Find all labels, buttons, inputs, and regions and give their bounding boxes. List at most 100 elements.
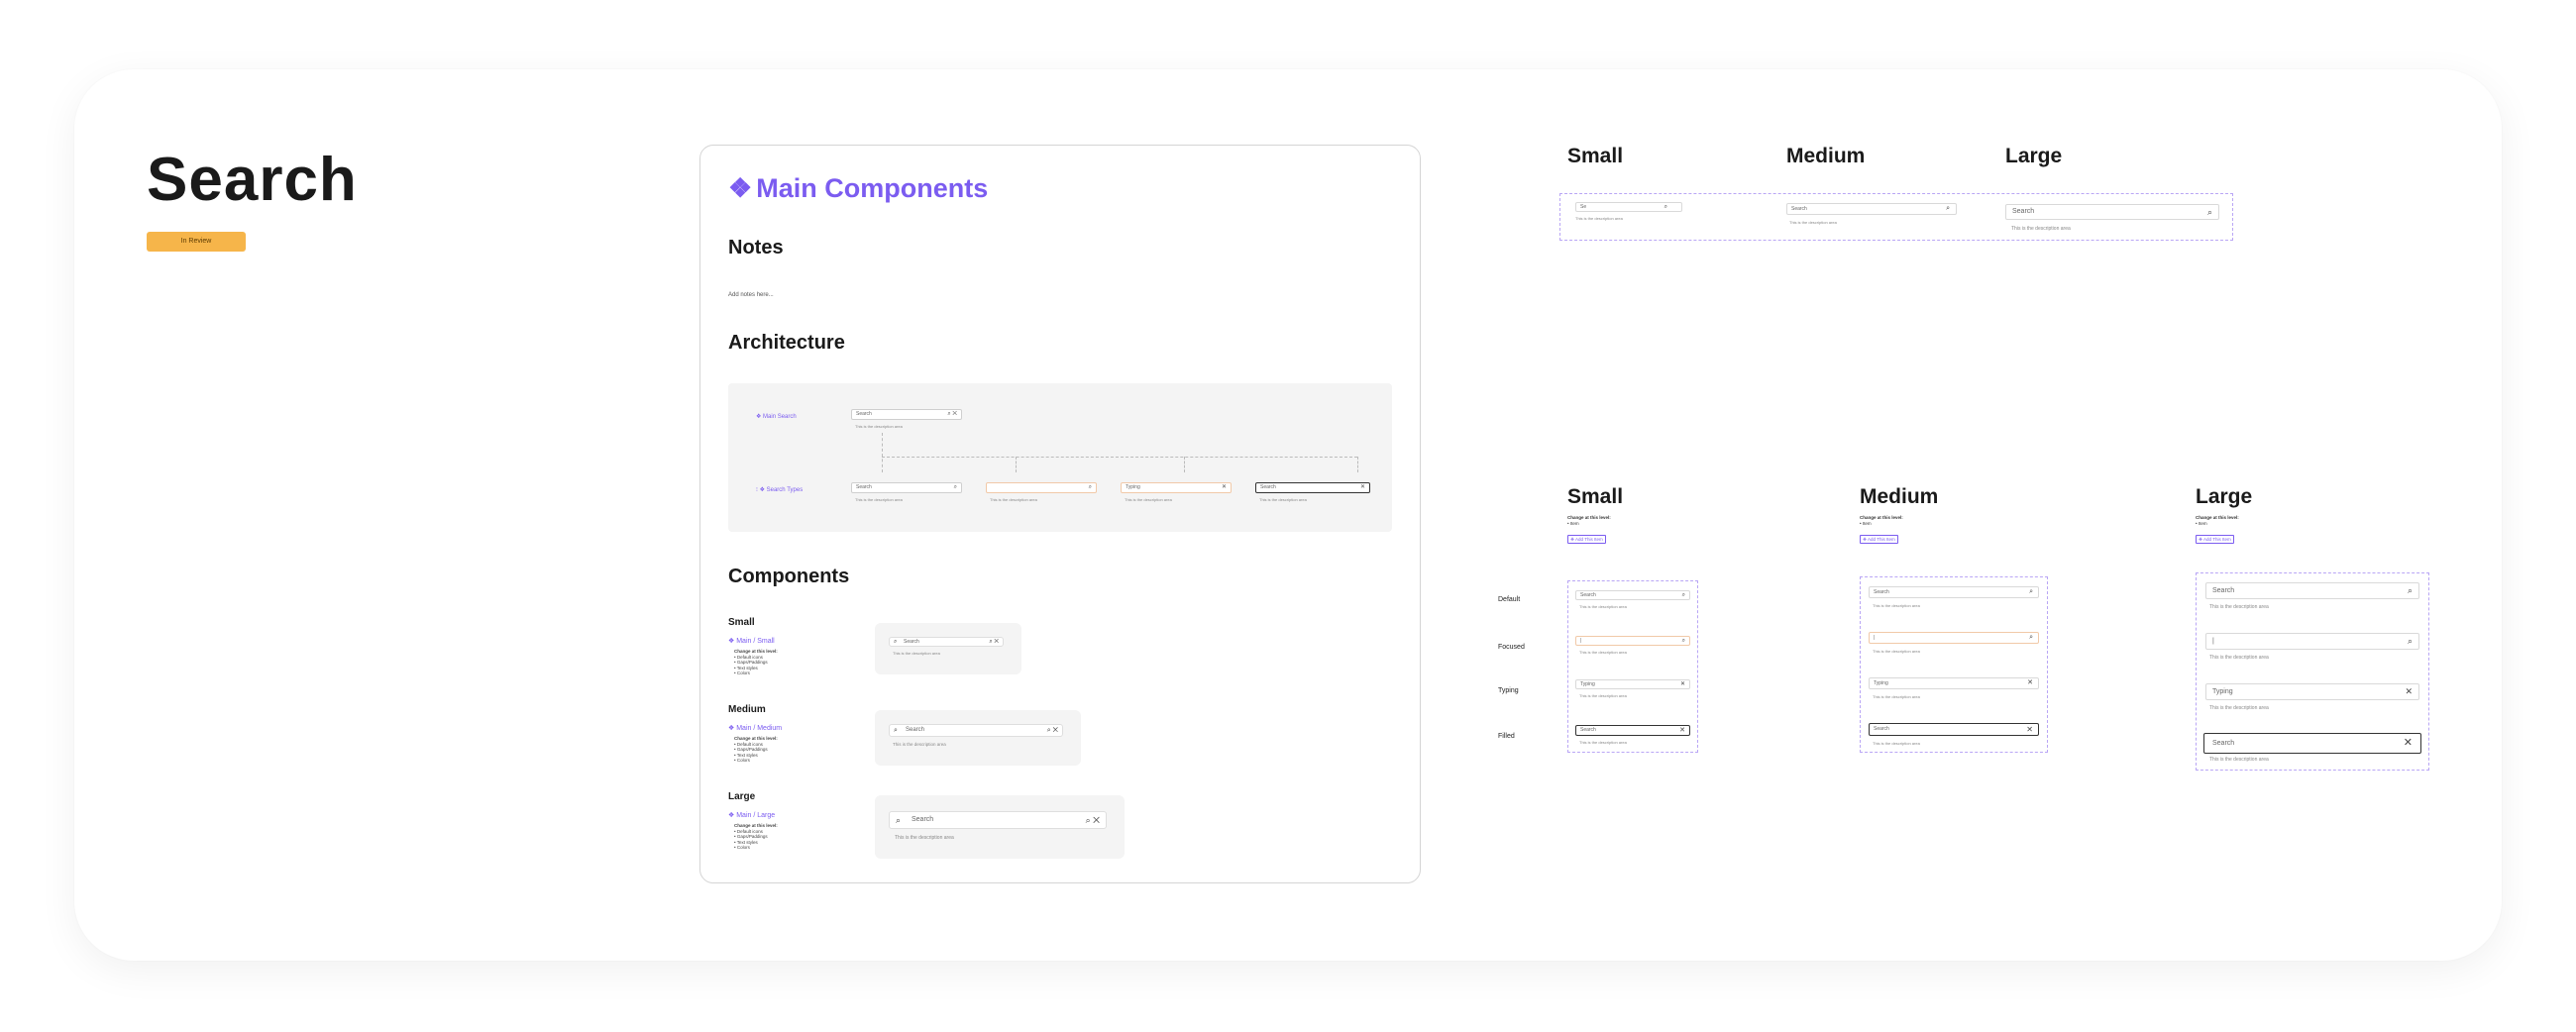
search-icon: ⌕	[896, 815, 902, 825]
component-demo-large: ⌕ Search ⌕ ✕ This is the description are…	[875, 795, 1125, 859]
arch-main-search: Search ⌕ ✕	[851, 409, 962, 420]
close-icon: ✕	[1221, 484, 1227, 490]
state-label-focused: Focused	[1498, 644, 1525, 651]
arch-type-typing-text: Typing	[1126, 484, 1140, 490]
search-input-default[interactable]: Search ⌕	[1869, 586, 2039, 598]
notes-text[interactable]: Add notes here...	[728, 292, 774, 298]
search-input-filled[interactable]: Search ✕	[2203, 733, 2421, 754]
variant-heading-small: Small	[1567, 485, 1624, 508]
component-notes: Change at this level: • Default icons • …	[734, 736, 778, 763]
search-close-icons: ⌕ ✕	[1085, 815, 1100, 825]
component-desc: This is the description area	[893, 651, 940, 656]
search-input-default[interactable]: Search ⌕	[1575, 590, 1690, 600]
architecture-heading: Architecture	[728, 332, 845, 354]
variant-note: Change at this level: • Item	[1860, 515, 1903, 526]
search-icon: ⌕	[1664, 204, 1667, 210]
variant-note: Change at this level: • Item	[2196, 515, 2239, 526]
search-input-large[interactable]: Search ⌕	[2005, 204, 2219, 220]
close-icon[interactable]: ✕	[2027, 678, 2033, 688]
size-heading-large: Large	[2005, 145, 2063, 167]
add-item-tag[interactable]: ❖ Add This Item	[1567, 535, 1606, 544]
component-size-label: Medium	[728, 704, 766, 715]
architecture-diagram: ❖ Main Search Search ⌕ ✕ This is the des…	[728, 383, 1392, 532]
close-icon[interactable]: ✕	[2404, 734, 2413, 753]
search-icon: ⌕	[1681, 592, 1685, 598]
search-icon: ⌕	[2029, 588, 2033, 595]
component-notes: Change at this level: • Default icons • …	[734, 823, 778, 850]
close-icon[interactable]: ✕	[1679, 726, 1685, 735]
component-desc: This is the description area	[895, 835, 954, 841]
search-icon: ⌕	[2407, 585, 2413, 595]
variant-heading-large: Large	[2196, 485, 2253, 508]
component-size-label: Small	[728, 617, 755, 628]
description-text: This is the description area	[1789, 220, 1837, 225]
search-close-icons: ⌕ ✕	[1046, 727, 1058, 734]
arch-main-label[interactable]: ❖ Main Search	[756, 413, 797, 420]
notes-heading: Notes	[728, 237, 784, 258]
search-input-typing[interactable]: Typing ✕	[2205, 683, 2419, 700]
search-input-medium[interactable]: Search ⌕	[1786, 203, 1957, 215]
add-item-tag[interactable]: ❖ Add This Item	[1860, 535, 1898, 544]
component-notes: Change at this level: • Default icons • …	[734, 649, 778, 675]
components-heading: Components	[728, 566, 850, 587]
description-text: This is the description area	[1575, 216, 1623, 221]
state-label-typing: Typing	[1498, 687, 1519, 694]
search-input-typing[interactable]: Typing ✕	[1575, 679, 1690, 689]
search-input-filled[interactable]: Search ✕	[1575, 725, 1690, 736]
variant-note: Change at this level: • Item	[1567, 515, 1611, 526]
status-badge[interactable]: In Review	[147, 232, 246, 252]
close-icon: ✕	[1359, 484, 1365, 490]
size-heading-small: Small	[1567, 145, 1624, 167]
search-icon: ⌕	[2407, 636, 2413, 646]
component-link-medium[interactable]: ❖ Main / Medium	[728, 724, 782, 732]
search-input-default[interactable]: Search ⌕	[2205, 582, 2419, 599]
arch-connector	[882, 433, 883, 472]
panel-title-text: Main Components	[756, 173, 989, 203]
arch-connector	[1016, 457, 1017, 472]
description-text: This is the description area	[2011, 226, 2071, 232]
search-input-typing[interactable]: Typing ✕	[1869, 677, 2039, 689]
description-text: This is the description area	[1873, 603, 1920, 608]
arch-type-filled: Search ✕	[1255, 482, 1370, 493]
search-input-small[interactable]: Se ⌕	[1575, 202, 1682, 212]
search-input-focused[interactable]: | ⌕	[1869, 632, 2039, 644]
search-input-medium[interactable]: ⌕ Search ⌕ ✕	[889, 724, 1063, 737]
arch-type-desc: This is the description area	[990, 497, 1037, 502]
search-icon: ⌕	[1088, 484, 1092, 490]
description-text: This is the description area	[2209, 604, 2269, 610]
state-label-filled: Filled	[1498, 733, 1515, 740]
description-text: This is the description area	[1579, 740, 1627, 745]
search-input-focused[interactable]: | ⌕	[1575, 636, 1690, 646]
search-icon: ⌕	[953, 484, 957, 490]
search-icon: ⌕	[894, 639, 898, 645]
search-icon: ⌕	[894, 727, 898, 734]
main-components-panel: ❖ Main Components Notes Add notes here...…	[699, 145, 1421, 883]
close-icon[interactable]: ✕	[2026, 724, 2033, 735]
component-link-small[interactable]: ❖ Main / Small	[728, 637, 775, 645]
close-icon[interactable]: ✕	[1680, 680, 1685, 688]
search-input-small[interactable]: ⌕ Search ⌕ ✕	[889, 637, 1004, 647]
add-item-tag[interactable]: ❖ Add This Item	[2196, 535, 2234, 544]
component-link-large[interactable]: ❖ Main / Large	[728, 811, 775, 819]
description-text: This is the description area	[2209, 705, 2269, 711]
arch-type-default: Search ⌕	[851, 482, 962, 493]
description-text: This is the description area	[1579, 604, 1627, 609]
search-input-filled[interactable]: Search ✕	[1869, 723, 2039, 736]
arch-type-desc: This is the description area	[1125, 497, 1172, 502]
arch-type-filled-text: Search	[1260, 484, 1276, 490]
description-text: This is the description area	[1579, 650, 1627, 655]
search-input-focused[interactable]: | ⌕	[2205, 633, 2419, 650]
arch-connector	[1184, 457, 1185, 472]
description-text: This is the description area	[1873, 694, 1920, 699]
panel-title: ❖ Main Components	[728, 173, 988, 204]
component-icon: ❖	[728, 173, 753, 203]
arch-connector	[1357, 457, 1358, 472]
search-input-large[interactable]: ⌕ Search ⌕ ✕	[889, 811, 1107, 829]
close-icon[interactable]: ✕	[2405, 684, 2413, 699]
arch-main-desc: This is the description area	[855, 424, 903, 429]
description-text: This is the description area	[2209, 655, 2269, 661]
arch-main-search-text: Search	[856, 411, 872, 417]
arch-types-label[interactable]: ⁝ ❖ Search Types	[756, 486, 803, 493]
description-text: This is the description area	[2209, 757, 2269, 763]
search-icon: ⌕ ✕	[947, 411, 957, 417]
